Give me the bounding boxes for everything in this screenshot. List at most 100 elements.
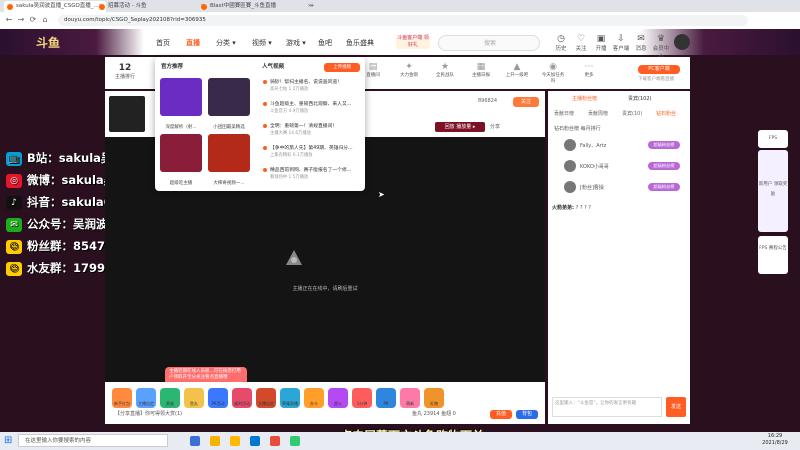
browser-tab[interactable]: Blast中國賽區賽_斗鱼直播 ×	[198, 1, 315, 12]
follow-button[interactable]: ♡ 关注	[571, 34, 591, 52]
backpack-button[interactable]: 背包	[516, 410, 538, 419]
back-icon[interactable]: ←	[4, 15, 14, 25]
app-icon[interactable]	[270, 436, 280, 446]
sidebar-card[interactable]: FPS	[758, 130, 788, 148]
gift-label: 超火	[334, 401, 342, 406]
video-thumbnail[interactable]	[208, 134, 250, 172]
report-icon: ▦	[476, 62, 486, 72]
room-tool-button[interactable]: ▲ 上升一级吧	[504, 62, 530, 78]
news-item[interactable]: 全明：重磅第一！清规直播间！ 主播大赛 14.6万播放	[262, 122, 362, 140]
rank-row[interactable]: KOKO小哥哥 超级粉丝榜	[552, 160, 684, 174]
replay-button[interactable]: 回放 播放量 ▸	[435, 122, 485, 132]
pc-client-button[interactable]: PC客户端	[638, 65, 680, 74]
download-client-button[interactable]: 斗鱼客户端 领好礼	[396, 35, 430, 49]
send-button[interactable]: 发送	[666, 397, 686, 417]
app-icon[interactable]	[250, 436, 260, 446]
news-item[interactable]: 【争中的旅人先】第49期、英雄归分... 上集有精彩 6.1万播放	[262, 144, 362, 162]
nav-video[interactable]: 视频 ▾	[252, 38, 272, 48]
forward-icon[interactable]: →	[16, 15, 26, 25]
share-reward-text[interactable]: 【分享直播】你可得领大赏(1)	[115, 410, 182, 417]
room-tool-button[interactable]: ◉ 今天加任务吗	[540, 62, 566, 84]
clock-icon: ◷	[557, 34, 565, 44]
douyu-favicon-icon	[7, 4, 13, 10]
video-thumbnail[interactable]	[160, 78, 202, 116]
recharge-button[interactable]: 充值	[490, 410, 512, 419]
weibo-icon: ◎	[6, 173, 22, 188]
bilibili-icon: 📺	[6, 151, 22, 166]
streamer-rank[interactable]: 12 主播排行	[113, 63, 137, 85]
gift-label: 贵族	[166, 401, 174, 406]
mouse-cursor-icon: ➤	[378, 190, 385, 199]
gift-label: 主播自定	[138, 401, 154, 406]
chat-input[interactable]: 这里输入：“斗鱼官”，让你的发言更有趣	[552, 397, 662, 417]
thumbnail-label: 小团团最美精选	[213, 125, 245, 130]
sidebar-card[interactable]: FPS 赛程公告	[758, 236, 788, 274]
streamer-avatar[interactable]	[109, 96, 145, 132]
chrome-icon[interactable]	[210, 436, 220, 446]
video-thumbnail[interactable]	[208, 78, 250, 116]
nav-home[interactable]: 首页	[156, 38, 170, 48]
sidebar-card[interactable]: 新用户 领取奖励	[758, 150, 788, 232]
nav-live[interactable]: 直播	[186, 38, 200, 48]
upload-video-button[interactable]: 上传视频	[324, 63, 360, 72]
loading-fish-icon	[283, 247, 305, 269]
thumbnail-label: 深度解析（射...	[165, 125, 197, 130]
news-item[interactable]: 骑砂！帮扫主播名、说说画风道！ 高光七帕 1.2万播放	[262, 78, 362, 96]
nav-game[interactable]: 游戏 ▾	[286, 38, 306, 48]
fan-badge: 超级粉丝榜	[648, 183, 680, 191]
popup-left-heading: 官方推荐	[161, 64, 184, 70]
thumbnail-label: 大稀奇视频一...	[213, 181, 245, 186]
refresh-icon[interactable]: ⟳	[28, 15, 38, 25]
url-input[interactable]: douyu.com/topic/CSGO_Seplay202108?rid=30…	[58, 15, 748, 26]
news-item[interactable]: 斗鱼超级主、重磅西北观察、来人又... 斗鱼官方 4.9万播放	[262, 100, 362, 118]
subtab-vip[interactable]: 贵宾(10)	[622, 110, 642, 117]
app-icon[interactable]	[290, 436, 300, 446]
camera-icon: ▣	[596, 34, 606, 44]
crown-icon: ♛	[656, 34, 666, 44]
room-tool-button[interactable]: ★ 全民战队	[432, 62, 458, 78]
gift-label: PK	[383, 401, 389, 406]
history-button[interactable]: ◷ 历史	[551, 34, 571, 52]
browser-tab[interactable]: 招募活动 - 斗鱼×	[96, 1, 208, 12]
user-avatar[interactable]	[674, 34, 690, 50]
subtab-weekly[interactable]: 贡献周榜	[588, 110, 608, 117]
subtab-diamond[interactable]: 钻石粉丝	[656, 110, 676, 117]
team-icon: ★	[440, 62, 450, 72]
follow-streamer-button[interactable]: 关注	[513, 97, 539, 107]
nav-category[interactable]: 分类 ▾	[216, 38, 236, 48]
subtab-daily[interactable]: 贡献日榜	[554, 110, 574, 117]
video-thumbnail[interactable]	[160, 134, 202, 172]
gift-label: 1分钟	[356, 401, 368, 406]
rank-row[interactable]: [粉丝]曹操 超级粉丝榜	[552, 181, 684, 195]
bullet-icon	[263, 168, 267, 172]
rank-row[interactable]: Fally、Artz 超级粉丝榜	[552, 139, 684, 153]
douyin-icon: ♪	[6, 195, 22, 210]
start-live-button[interactable]: ▣ 开播	[591, 34, 611, 52]
share-button[interactable]: 分享	[490, 123, 500, 130]
windows-start-icon[interactable]: ⊞	[4, 436, 12, 446]
room-tool-button[interactable]: ▦ 主播日报	[468, 62, 494, 78]
browser-tab-active[interactable]: sakula吴润波直播_CSGO直播_...×	[4, 1, 106, 12]
tab-fans-rank[interactable]: 主播粉丝榜	[572, 95, 597, 102]
taskbar-search-input[interactable]: 在这里输入你要搜索的内容	[18, 434, 168, 447]
douyu-favicon-icon	[201, 4, 207, 10]
news-item[interactable]: 精品西前到网、赛子能报名了一个修... 看球热中 1.5万播放	[262, 166, 362, 184]
search-input[interactable]: 搜索	[438, 35, 540, 51]
thumbnail-label: 超级吃主播	[169, 181, 193, 186]
gift-label: 办卡	[310, 401, 318, 406]
pc-client-subtext: 下载客户端看直播	[638, 77, 674, 82]
douyu-logo[interactable]: 斗鱼	[36, 34, 96, 50]
taskview-icon[interactable]	[190, 436, 200, 446]
tab-vip[interactable]: 贵宾(102)	[628, 95, 651, 102]
home-icon[interactable]: ⌂	[40, 15, 50, 25]
more-button[interactable]: ⋯ 更多	[576, 62, 602, 78]
nav-festival[interactable]: 鱼乐盛典	[346, 38, 374, 48]
new-tab-button[interactable]: +	[306, 1, 318, 12]
nav-yuba[interactable]: 鱼吧	[318, 38, 332, 48]
taskbar-clock[interactable]: 16:29 2021/8/29	[752, 433, 798, 447]
folder-icon[interactable]	[230, 436, 240, 446]
client-button[interactable]: ⇩ 客户端	[611, 34, 631, 52]
room-tool-button[interactable]: ✦ 大力金刚	[396, 62, 422, 78]
avatar	[564, 181, 576, 193]
messages-button[interactable]: ✉ 消息	[631, 34, 651, 52]
